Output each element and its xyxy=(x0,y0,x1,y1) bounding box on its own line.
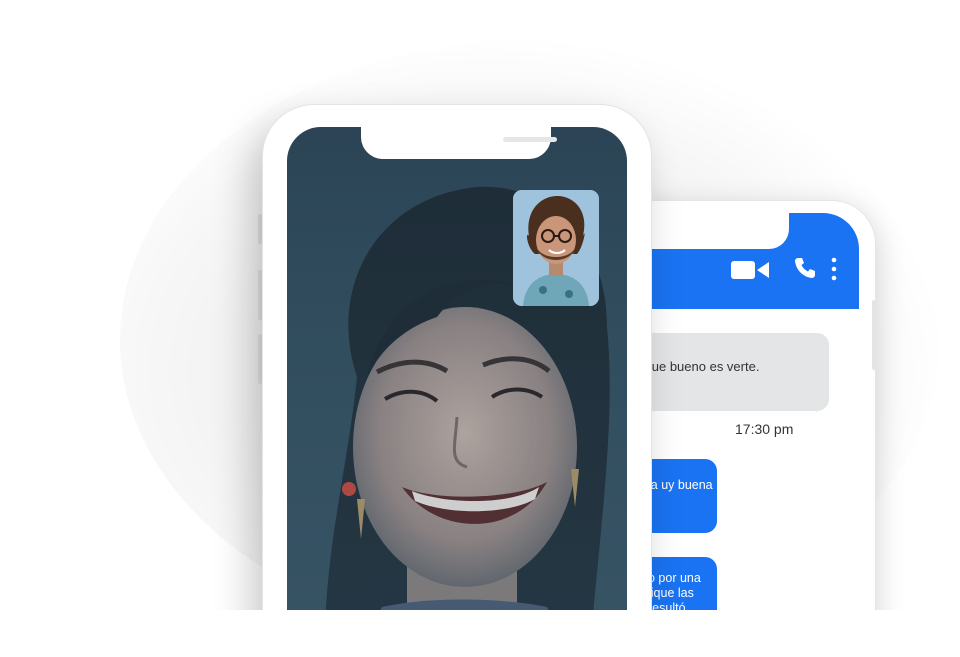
message-timestamp: 17:30 pm xyxy=(735,421,794,437)
video-call-phone xyxy=(262,104,652,657)
incoming-bubble-tail xyxy=(805,399,817,413)
outgoing-message-text: la uy buena xyxy=(648,478,713,492)
phone-call-icon[interactable] xyxy=(793,256,817,280)
promo-scene: estás?, que bueno es verte. 17:30 pm la … xyxy=(0,0,960,657)
video-camera-icon[interactable] xyxy=(731,259,769,281)
self-view-thumbnail[interactable] xyxy=(513,190,599,306)
phone-notch xyxy=(361,127,557,159)
side-button xyxy=(872,300,876,370)
more-vertical-icon[interactable] xyxy=(829,257,839,281)
self-view-video xyxy=(513,190,599,306)
video-call-screen xyxy=(287,127,627,657)
speaker-grille xyxy=(503,137,557,142)
bottom-fade xyxy=(0,610,960,657)
